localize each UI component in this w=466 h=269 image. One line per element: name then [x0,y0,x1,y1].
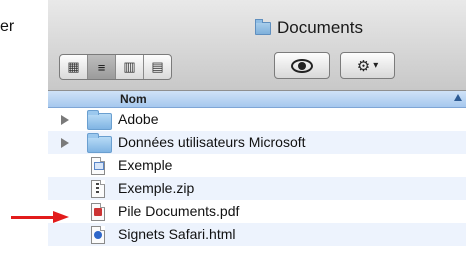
list-header[interactable]: Nom [48,91,466,108]
list-item-label: Données utilisateurs Microsoft [118,134,306,150]
coverflow-view-button[interactable]: ▤ [144,55,171,79]
red-arrow-annotation [11,211,69,223]
folder-icon [87,110,112,130]
file-list: Adobe Données utilisateurs Microsoft Exe… [48,108,466,246]
column-view-icon: ▥ [123,59,136,74]
list-view-icon: ≡ [97,59,106,75]
column-view-button[interactable]: ▥ [116,55,144,79]
list-item[interactable]: Données utilisateurs Microsoft [48,131,466,154]
list-item-label: Exemple [118,157,173,173]
gear-icon: ⚙ [356,57,371,75]
folder-icon [87,133,112,153]
list-item[interactable]: Pile Documents.pdf [48,200,466,223]
list-item[interactable]: Exemple.zip [48,177,466,200]
list-item[interactable]: Signets Safari.html [48,223,466,246]
window-title-text: Documents [277,18,363,37]
pdf-file-icon [91,203,105,221]
list-item-label: Pile Documents.pdf [118,203,240,219]
coverflow-view-icon: ▤ [151,59,164,74]
list-item-label: Exemple.zip [118,180,195,196]
list-view-button[interactable]: ≡ [88,55,116,79]
view-mode-group: ▦ ≡ ▥ ▤ [59,54,172,80]
list-item-label: Adobe [118,111,159,127]
html-file-icon [91,226,105,244]
toolbar: Documents ▦ ≡ ▥ ▤ ⚙ ▾ [48,0,466,91]
name-column-header[interactable]: Nom [120,92,147,106]
partial-text: er [0,18,15,35]
quick-look-button[interactable] [274,52,330,79]
arrow-head-icon [53,211,69,223]
list-item[interactable]: Exemple [48,154,466,177]
icon-view-button[interactable]: ▦ [60,55,88,79]
list-item-label: Signets Safari.html [118,226,236,242]
sort-ascending-icon [454,94,462,101]
arrow-shaft [11,216,55,219]
window-title: Documents [255,18,363,38]
disclosure-triangle-icon[interactable] [61,138,69,148]
list-item[interactable]: Adobe [48,108,466,131]
application-icon [91,157,105,175]
zip-file-icon [91,180,105,198]
eye-icon [291,58,313,73]
folder-icon [255,18,271,35]
icon-view-icon: ▦ [67,59,80,74]
disclosure-triangle-icon[interactable] [61,115,69,125]
action-menu-button[interactable]: ⚙ ▾ [340,52,395,79]
chevron-down-icon: ▾ [373,60,379,71]
finder-window: Documents ▦ ≡ ▥ ▤ ⚙ ▾ Nom Adobe Données … [48,0,466,269]
